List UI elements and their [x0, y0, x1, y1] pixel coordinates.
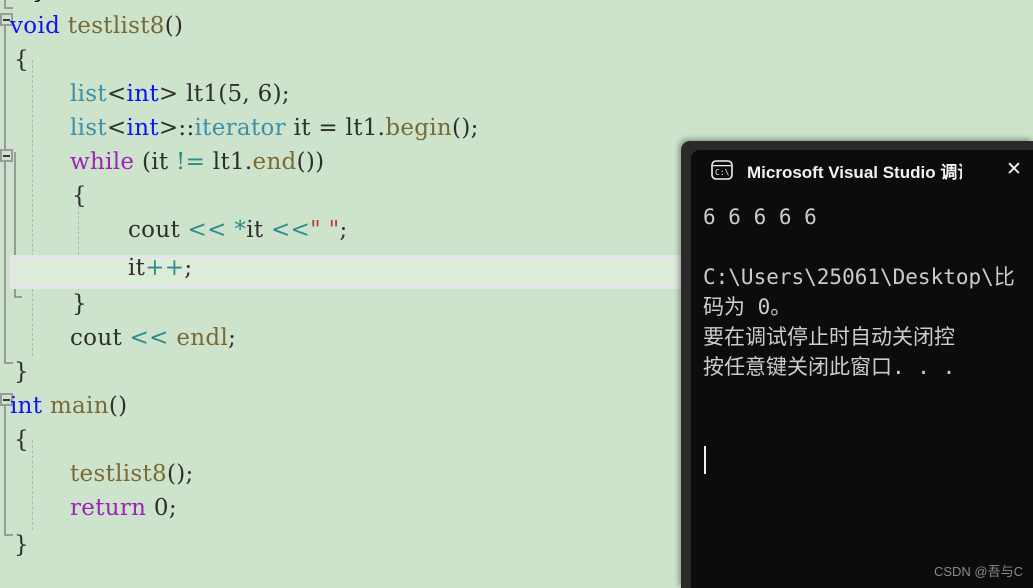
- console-title: Microsoft Visual Studio 调试控: [747, 162, 962, 182]
- code-line-8[interactable]: it++;: [128, 251, 192, 285]
- code-line-3[interactable]: list<int> lt1(5, 6);: [70, 77, 290, 111]
- code-line-12[interactable]: int main(): [10, 389, 127, 423]
- code-line-10[interactable]: cout << endl;: [70, 321, 236, 355]
- console-line-press-any-key: 按任意键关闭此窗口. . .: [703, 355, 956, 379]
- console-titlebar[interactable]: C:\ Microsoft Visual Studio 调试控 ✕: [691, 150, 1033, 190]
- code-line-7[interactable]: cout << *it <<" ";: [128, 213, 348, 247]
- code-line-9[interactable]: }: [72, 287, 87, 321]
- outline-stub-while-end: [14, 296, 22, 298]
- collapse-minus-box-while[interactable]: [0, 149, 13, 162]
- code-line-4[interactable]: list<int>::iterator it = lt1.begin();: [70, 111, 479, 145]
- console-window[interactable]: C:\ Microsoft Visual Studio 调试控 ✕ 6 6 6 …: [681, 141, 1033, 588]
- outline-stub-main-end: [4, 534, 13, 536]
- console-line-exitcode: 码为 0。: [703, 295, 792, 319]
- indent-guide-level1-testlist8: [32, 60, 33, 356]
- previous-line-sliver: }: [0, 0, 1033, 9]
- console-line-path: C:\Users\25061\Desktop\比: [703, 265, 1015, 289]
- console-output-area[interactable]: 6 6 6 6 6 C:\Users\25061\Desktop\比 码为 0。…: [691, 190, 1033, 588]
- previous-line-text: }: [32, 0, 47, 8]
- indent-guide-level1-main: [32, 440, 33, 530]
- text-cursor: [704, 446, 706, 474]
- svg-text:C:\: C:\: [715, 168, 730, 177]
- code-line-14[interactable]: testlist8();: [70, 457, 194, 491]
- cmd-terminal-icon: C:\: [711, 160, 733, 180]
- code-line-16[interactable]: }: [14, 528, 29, 562]
- outline-stub-testlist8-end: [4, 362, 13, 364]
- code-line-15[interactable]: return 0;: [70, 491, 177, 525]
- code-line-13[interactable]: {: [14, 423, 29, 457]
- screenshot-root: } void testlist8() { list<int> lt1(5, 6)…: [0, 0, 1033, 588]
- watermark: CSDN @吾与C: [933, 564, 1023, 579]
- code-line-6[interactable]: {: [72, 179, 87, 213]
- code-line-11[interactable]: }: [14, 355, 29, 389]
- outline-rail-testlist8: [4, 16, 6, 364]
- code-line-1[interactable]: void testlist8(): [10, 9, 183, 43]
- console-line-autoclose-hint: 要在调试停止时自动关闭控: [703, 325, 955, 349]
- close-icon[interactable]: ✕: [1001, 158, 1027, 182]
- console-line-output: 6 6 6 6 6: [703, 205, 817, 229]
- code-line-5[interactable]: while (it != lt1.end()): [70, 145, 324, 179]
- code-line-2[interactable]: {: [14, 43, 29, 77]
- outline-rail-main: [4, 396, 6, 536]
